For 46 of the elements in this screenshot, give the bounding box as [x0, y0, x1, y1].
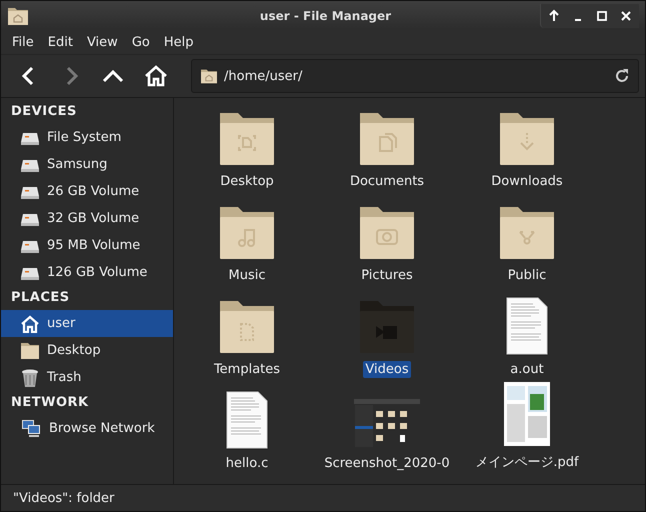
- sidebar-item[interactable]: File System: [1, 124, 173, 151]
- file-name[interactable]: Screenshot_2020-0: [322, 455, 452, 472]
- section-heading: NETWORK: [10, 394, 90, 412]
- folder-icon: [7, 6, 29, 26]
- home-icon[interactable]: [143, 64, 169, 88]
- section-heading: PLACES: [10, 289, 71, 307]
- menu-item[interactable]: View: [80, 34, 125, 50]
- menu-item[interactable]: File: [5, 34, 41, 50]
- sidebar-item[interactable]: Desktop: [1, 337, 173, 364]
- file-name[interactable]: Templates: [212, 361, 282, 378]
- sidebar-item[interactable]: 126 GB Volume: [1, 259, 173, 286]
- menu-item[interactable]: Help: [156, 34, 200, 50]
- close-icon[interactable]: [619, 8, 633, 22]
- status-text: "Videos": folder: [13, 490, 114, 506]
- sidebar-item[interactable]: Browse Network: [1, 415, 173, 442]
- home-icon: [20, 314, 40, 332]
- folder-icon: [200, 68, 218, 84]
- sidebar-item[interactable]: 26 GB Volume: [1, 178, 173, 205]
- file-name[interactable]: Videos: [363, 361, 411, 378]
- sidebar-item[interactable]: 32 GB Volume: [1, 205, 173, 232]
- file-name[interactable]: Desktop: [218, 173, 276, 190]
- file-name[interactable]: Pictures: [359, 267, 415, 284]
- text-document-icon[interactable]: [506, 297, 548, 355]
- file-name[interactable]: Music: [226, 267, 268, 284]
- file-name[interactable]: Documents: [348, 173, 426, 190]
- text-document-icon[interactable]: [226, 391, 268, 449]
- sidebar-item[interactable]: 95 MB Volume: [1, 232, 173, 259]
- arrow-up-icon[interactable]: [547, 8, 561, 22]
- network-computer-icon: [20, 418, 42, 438]
- sidebar-item[interactable]: Trash: [1, 364, 173, 391]
- file-name[interactable]: Public: [506, 267, 548, 284]
- file-name[interactable]: メインページ.pdf: [473, 452, 581, 472]
- file-name[interactable]: a.out: [508, 361, 546, 378]
- section-heading: DEVICES: [10, 103, 78, 121]
- reload-icon[interactable]: [614, 68, 630, 84]
- folder-icon: [20, 342, 40, 360]
- sidebar-item[interactable]: user: [1, 310, 173, 337]
- menu-item[interactable]: Edit: [40, 34, 80, 50]
- sidebar-item[interactable]: Samsung: [1, 151, 173, 178]
- file-name[interactable]: Downloads: [489, 173, 565, 190]
- location-field[interactable]: /home/user/: [191, 59, 639, 93]
- file-name[interactable]: hello.c: [224, 455, 270, 472]
- maximize-icon[interactable]: [595, 8, 609, 22]
- window-title: user - File Manager: [258, 8, 392, 22]
- trash-icon: [20, 368, 40, 388]
- menu-item[interactable]: Go: [124, 34, 157, 50]
